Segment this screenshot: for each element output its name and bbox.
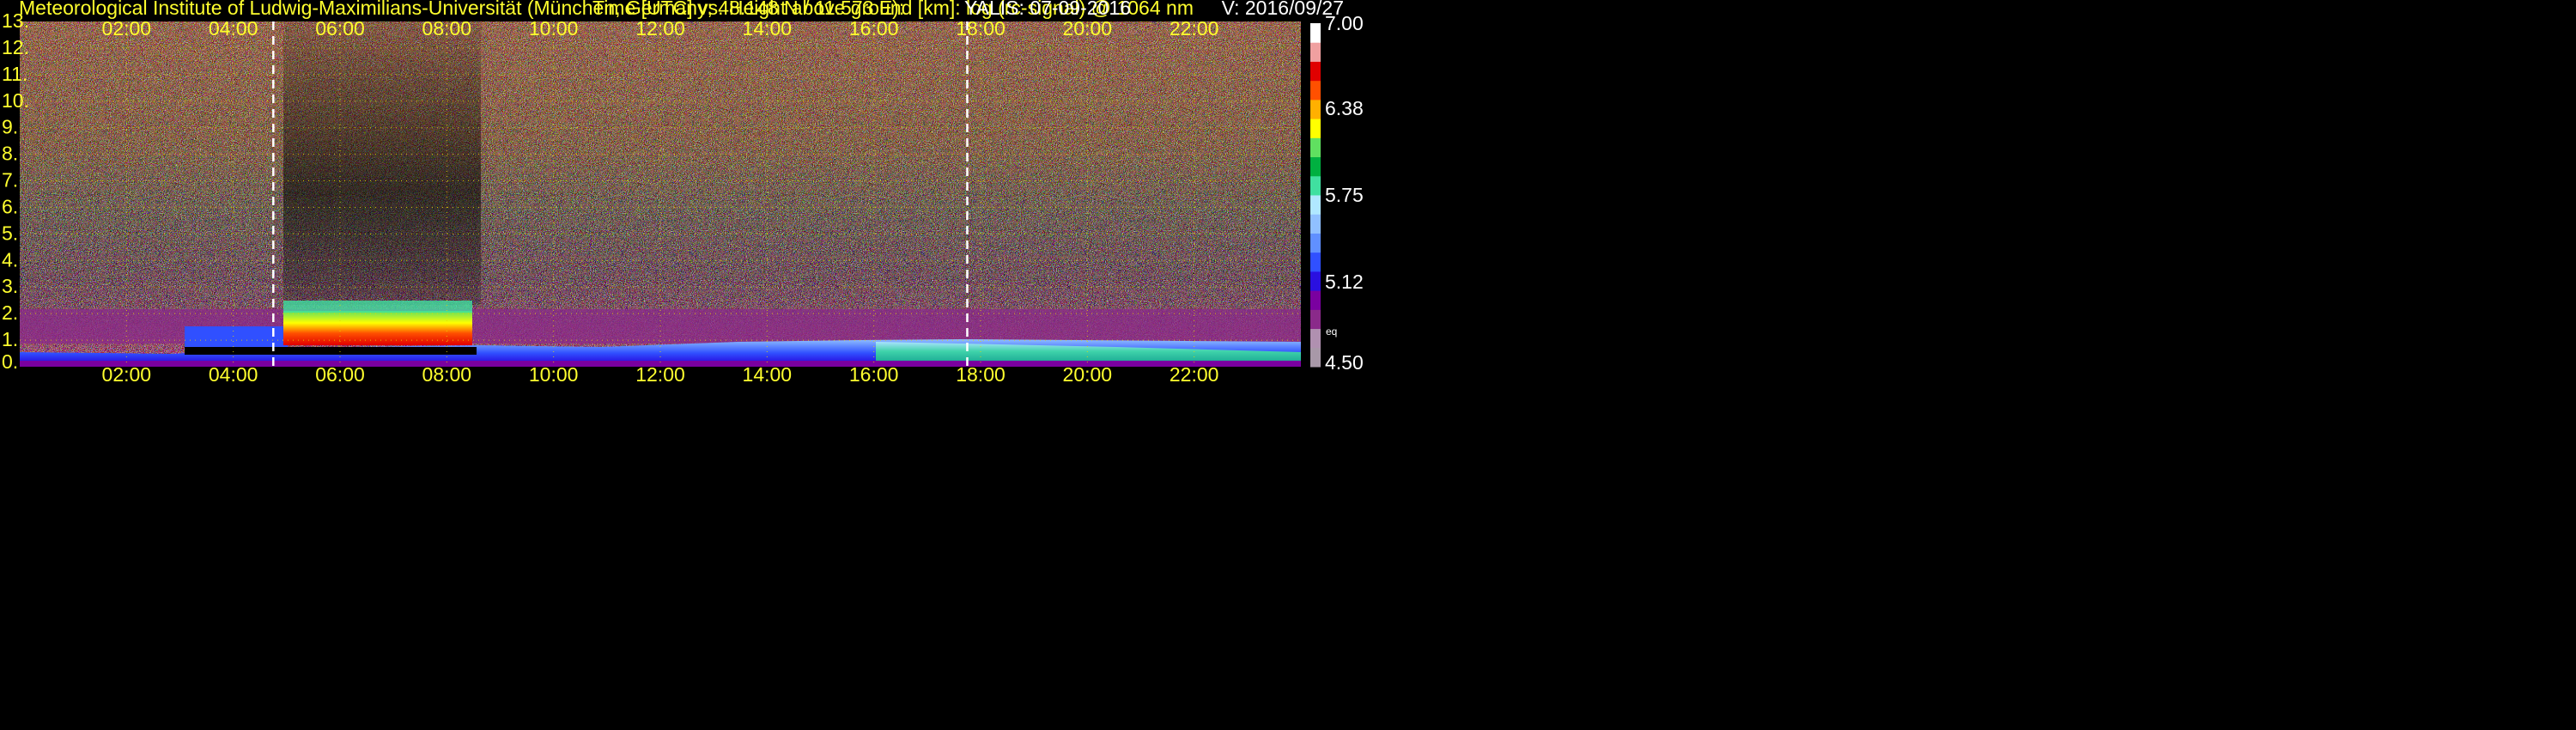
cloud-layer [283, 311, 472, 345]
x-tick-label-top: 10:00 [529, 17, 579, 40]
colorbar-segment [1310, 119, 1321, 138]
x-tick-label-top: 08:00 [422, 17, 472, 40]
x-tick-label-bottom: 12:00 [635, 363, 685, 386]
x-tick-label-top: 22:00 [1170, 17, 1219, 40]
colorbar-segment [1310, 175, 1321, 196]
x-tick-label-bottom: 18:00 [956, 363, 1005, 386]
cloud-layer-upper [283, 301, 472, 313]
x-tick-label-top: 12:00 [635, 17, 685, 40]
colorbar-segment [1310, 309, 1321, 330]
colorbar-segment [1310, 80, 1321, 100]
y-tick-label: 2. [2, 301, 18, 324]
colorbar-segment [1310, 328, 1321, 349]
colorbar-segment [1310, 156, 1321, 177]
x-tick-label-top: 20:00 [1063, 17, 1113, 40]
y-tick-label: 10. [2, 89, 29, 112]
x-tick-label-top: 14:00 [743, 17, 793, 40]
instrument-date: YALIS: 07-09-2016 [964, 0, 1131, 19]
y-tick-label: 7. [2, 169, 18, 192]
x-tick-label-bottom: 06:00 [315, 363, 365, 386]
x-tick-label-bottom: 08:00 [422, 363, 472, 386]
colorbar-unit-label: eq [1326, 325, 1337, 338]
colorbar-segment [1310, 252, 1321, 272]
colorbar-tick-label: 5.75 [1325, 184, 1364, 206]
colorbar-segment [1310, 271, 1321, 291]
y-tick-label: 3. [2, 275, 18, 297]
x-tick-label-bottom: 10:00 [529, 363, 579, 386]
cloud-base-blue [185, 326, 288, 347]
cloud-attenuation-black [185, 347, 477, 355]
x-tick-label-bottom: 20:00 [1063, 363, 1113, 386]
colorbar-segment [1310, 137, 1321, 158]
x-tick-label-top: 02:00 [102, 17, 152, 40]
version-label: V: 2016/09/27 [1222, 0, 1344, 19]
x-tick-label-bottom: 02:00 [102, 363, 152, 386]
y-tick-label: 4. [2, 248, 18, 271]
lidar-chart: 0.1.2.3.4.5.6.7.8.9.10.11.12.13. 02:00 04… [2, 0, 1364, 386]
x-tick-label-top: 04:00 [209, 17, 258, 40]
y-tick-label: 12. [2, 36, 29, 58]
x-tick-label-top: 16:00 [849, 17, 899, 40]
colorbar: 7.006.385.755.124.50eq [1310, 12, 1364, 374]
colorbar-segment [1310, 99, 1321, 119]
y-tick-label: 8. [2, 143, 18, 165]
colorbar-segment [1310, 347, 1321, 368]
colorbar-tick-label: 5.12 [1325, 271, 1364, 293]
dark-plume [283, 21, 481, 305]
colorbar-segment [1310, 290, 1321, 310]
colorbar-tick-label: 6.38 [1325, 97, 1364, 119]
x-tick-label-bottom: 04:00 [209, 363, 258, 386]
y-tick-label: 11. [2, 63, 27, 85]
x-tick-label-top: 06:00 [315, 17, 365, 40]
colorbar-segment [1310, 61, 1321, 82]
x-tick-label-bottom: 16:00 [849, 363, 899, 386]
x-tick-label-top: 18:00 [956, 17, 1005, 40]
colorbar-segment [1310, 233, 1321, 253]
y-tick-label: 9. [2, 116, 18, 138]
x-tick-label-bottom: 22:00 [1170, 363, 1219, 386]
x-tick-label-bottom: 14:00 [743, 363, 793, 386]
y-tick-label: 5. [2, 222, 18, 244]
y-tick-label: 1. [2, 328, 18, 350]
colorbar-segment [1310, 23, 1321, 43]
y-tick-label: 6. [2, 195, 18, 217]
y-tick-label: 0. [2, 350, 18, 373]
colorbar-segment [1310, 195, 1321, 215]
colorbar-segment [1310, 214, 1321, 234]
colorbar-segment [1310, 42, 1321, 62]
colorbar-tick-label: 4.50 [1325, 351, 1364, 374]
